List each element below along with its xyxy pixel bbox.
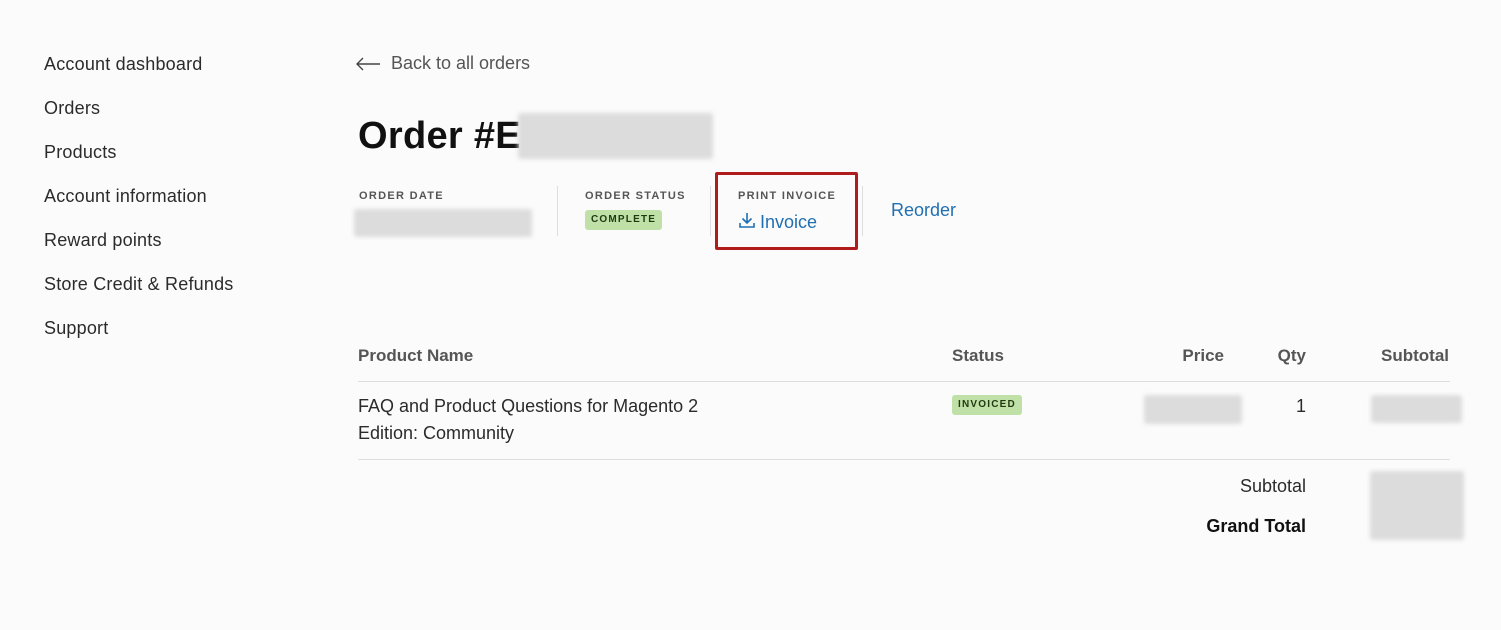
invoice-download-link[interactable]: Invoice — [738, 211, 817, 234]
order-status-label: ORDER STATUS — [585, 190, 686, 202]
meta-divider — [710, 186, 711, 236]
sidebar-item-products[interactable]: Products — [44, 141, 304, 185]
redacted-price — [1144, 395, 1242, 424]
redacted-order-number — [518, 113, 713, 159]
meta-divider — [557, 186, 558, 236]
reorder-link[interactable]: Reorder — [891, 200, 956, 221]
product-name: FAQ and Product Questions for Magento 2 — [358, 396, 699, 416]
product-qty: 1 — [1295, 396, 1306, 416]
sidebar-item-account-dashboard[interactable]: Account dashboard — [44, 53, 304, 97]
redacted-order-date — [354, 209, 532, 237]
column-header-subtotal: Subtotal — [1381, 346, 1449, 365]
column-header-product-name: Product Name — [358, 346, 474, 365]
column-header-qty: Qty — [1277, 346, 1306, 365]
redacted-subtotal — [1371, 395, 1462, 423]
subtotal-label: Subtotal — [1239, 476, 1306, 496]
redacted-totals — [1370, 471, 1464, 540]
print-invoice-label: PRINT INVOICE — [738, 190, 837, 202]
back-to-orders-link[interactable]: Back to all orders — [355, 53, 530, 74]
column-header-status: Status — [952, 346, 1004, 365]
table-divider — [358, 381, 1450, 382]
status-badge: COMPLETE — [585, 210, 663, 230]
order-details: Back to all orders Order #E ORDER DATE O… — [354, 0, 1468, 630]
order-date-label: ORDER DATE — [359, 190, 444, 202]
account-sidebar: Account dashboard Orders Products Accoun… — [44, 53, 304, 361]
download-icon — [738, 211, 756, 234]
sidebar-item-store-credit-refunds[interactable]: Store Credit & Refunds — [44, 273, 304, 317]
meta-divider — [862, 186, 863, 236]
page-title: Order #E — [358, 115, 521, 157]
arrow-left-icon — [355, 57, 381, 71]
sidebar-item-reward-points[interactable]: Reward points — [44, 229, 304, 273]
sidebar-item-support[interactable]: Support — [44, 317, 304, 361]
column-header-price: Price — [1182, 346, 1224, 365]
table-divider — [358, 459, 1450, 460]
sidebar-item-account-information[interactable]: Account information — [44, 185, 304, 229]
sidebar-item-orders[interactable]: Orders — [44, 97, 304, 141]
back-link-label: Back to all orders — [391, 53, 531, 73]
invoice-link-label: Invoice — [760, 212, 818, 232]
row-status-badge: INVOICED — [952, 395, 1022, 415]
grand-total-label: Grand Total — [1206, 516, 1306, 536]
product-edition: Edition: Community — [358, 423, 515, 443]
